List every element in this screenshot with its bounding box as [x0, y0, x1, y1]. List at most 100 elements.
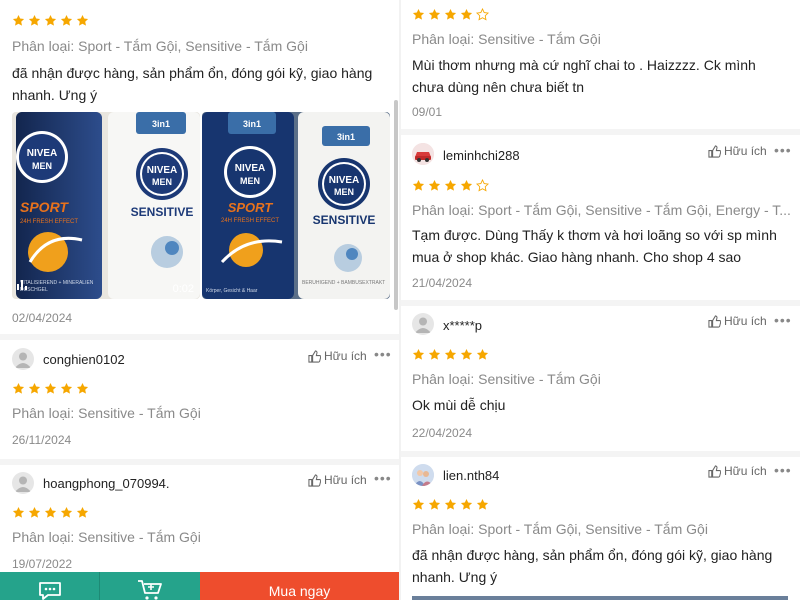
scrollbar[interactable]	[394, 100, 398, 310]
star-filled-icon	[28, 382, 41, 394]
svg-text:24H FRESH EFFECT: 24H FRESH EFFECT	[221, 218, 279, 224]
chat-icon	[38, 582, 61, 600]
svg-text:NIVEA: NIVEA	[147, 165, 178, 176]
review-text: đã nhận được hàng, sản phẩm ổn, đóng gói…	[12, 65, 373, 103]
svg-text:VITALISIEREND + MINERALIEN: VITALISIEREND + MINERALIEN	[20, 280, 94, 286]
more-options-icon[interactable]: •••	[774, 462, 792, 478]
svg-text:SENSITIVE: SENSITIVE	[313, 213, 376, 227]
chat-button[interactable]	[0, 572, 100, 600]
review-text: Ok mùi dễ chịu	[412, 397, 506, 413]
default-user-icon	[15, 352, 31, 368]
star-filled-icon	[428, 348, 441, 360]
variant-label: Phân loại: Sensitive - Tắm Gội	[12, 529, 201, 545]
svg-text:Körper, Gesicht & Haar: Körper, Gesicht & Haar	[206, 288, 258, 294]
rating-stars	[412, 347, 489, 361]
star-empty-icon	[476, 7, 489, 20]
star-filled-icon	[476, 498, 489, 510]
review-video-thumbnail[interactable]: NIVEA MEN SPORT 24H FRESH EFFECT 3in1 NI…	[12, 112, 200, 299]
review-date: 19/07/2022	[12, 557, 73, 571]
svg-text:NIVEA: NIVEA	[329, 175, 360, 186]
svg-text:NIVEA: NIVEA	[235, 163, 266, 174]
star-filled-icon	[76, 14, 89, 26]
rating-stars	[12, 381, 89, 395]
helpful-button[interactable]: Hữu ích	[708, 464, 767, 478]
more-options-icon[interactable]: •••	[374, 346, 392, 362]
review-date: 02/04/2024	[12, 311, 73, 325]
svg-text:SPORT: SPORT	[20, 199, 69, 215]
helpful-label: Hữu ích	[724, 144, 767, 158]
star-empty-icon	[476, 178, 489, 191]
star-filled-icon	[412, 8, 425, 20]
helpful-button[interactable]: Hữu ích	[308, 349, 367, 363]
review-date: 09/01	[412, 105, 443, 119]
more-options-icon[interactable]: •••	[374, 470, 392, 486]
rating-stars	[412, 497, 489, 511]
more-options-icon[interactable]: •••	[774, 312, 792, 328]
star-filled-icon	[412, 348, 425, 360]
star-filled-icon	[12, 506, 25, 518]
svg-text:MEN: MEN	[240, 176, 260, 186]
thumbs-up-icon	[308, 473, 321, 487]
avatar[interactable]	[412, 313, 434, 335]
star-filled-icon	[428, 498, 441, 510]
thumbs-up-icon	[708, 314, 721, 328]
star-filled-icon	[76, 382, 89, 394]
username[interactable]: x*****p	[443, 318, 482, 333]
variant-label: Phân loại: Sport - Tắm Gội, Sensitive - …	[412, 202, 791, 218]
variant-label: Phân loại: Sensitive - Tắm Gội	[412, 31, 601, 47]
buy-now-button[interactable]: Mua ngay	[200, 572, 399, 600]
video-bars-icon	[16, 277, 30, 295]
helpful-label: Hữu ích	[324, 473, 367, 487]
more-options-icon[interactable]: •••	[774, 142, 792, 158]
star-filled-icon	[428, 179, 441, 191]
variant-label: Phân loại: Sensitive - Tắm Gội	[12, 405, 201, 421]
star-filled-icon	[412, 498, 425, 510]
review-card: conghien0102 Hữu ích ••• Phân loại: Sens…	[0, 340, 399, 458]
star-filled-icon	[476, 348, 489, 360]
svg-text:MEN: MEN	[152, 177, 172, 187]
brand-text: NIVEA	[27, 148, 58, 159]
left-review-panel: Phân loại: Sport - Tắm Gội, Sensitive - …	[0, 0, 399, 600]
add-to-cart-button[interactable]	[100, 572, 200, 600]
username[interactable]: hoangphong_070994.	[43, 476, 170, 491]
bottom-action-bar: Mua ngay	[0, 572, 399, 600]
avatar[interactable]	[12, 472, 34, 494]
svg-text:SPORT: SPORT	[228, 200, 274, 215]
star-filled-icon	[76, 506, 89, 518]
thumbs-up-icon	[708, 144, 721, 158]
variant-label: Phân loại: Sensitive - Tắm Gội	[412, 371, 601, 387]
star-filled-icon	[460, 8, 473, 20]
helpful-label: Hữu ích	[724, 314, 767, 328]
star-filled-icon	[60, 14, 73, 26]
helpful-button[interactable]: Hữu ích	[708, 144, 767, 158]
star-filled-icon	[444, 348, 457, 360]
review-photo-thumbnail[interactable]: 3in1 NIVEA MEN SPORT 24H FRESH EFFECT 3i…	[202, 112, 390, 299]
svg-text:MEN: MEN	[334, 187, 354, 197]
star-filled-icon	[60, 382, 73, 394]
star-filled-icon	[444, 498, 457, 510]
star-filled-icon	[460, 498, 473, 510]
review-photo-strip[interactable]	[412, 596, 788, 600]
star-filled-icon	[44, 382, 57, 394]
username[interactable]: lien.nth84	[443, 468, 499, 483]
rating-stars	[412, 178, 489, 192]
svg-text:24H FRESH EFFECT: 24H FRESH EFFECT	[20, 219, 78, 225]
variant-label: Phân loại: Sport - Tắm Gội, Sensitive - …	[12, 38, 308, 54]
car-avatar-icon	[412, 143, 434, 165]
variant-label: Phân loại: Sport - Tắm Gội, Sensitive - …	[412, 521, 708, 537]
avatar[interactable]	[412, 464, 434, 486]
helpful-button[interactable]: Hữu ích	[308, 473, 367, 487]
thumbs-up-icon	[308, 349, 321, 363]
right-review-panel: Phân loại: Sensitive - Tắm Gội Mùi thơm …	[401, 0, 800, 600]
avatar[interactable]	[12, 348, 34, 370]
avatar[interactable]	[412, 143, 434, 165]
cart-icon	[138, 580, 162, 600]
helpful-button[interactable]: Hữu ích	[708, 314, 767, 328]
rating-stars	[12, 505, 89, 519]
default-user-icon	[15, 476, 31, 492]
star-filled-icon	[460, 179, 473, 191]
star-filled-icon	[44, 506, 57, 518]
username[interactable]: leminhchi288	[443, 148, 520, 163]
star-filled-icon	[444, 179, 457, 191]
username[interactable]: conghien0102	[43, 352, 125, 367]
